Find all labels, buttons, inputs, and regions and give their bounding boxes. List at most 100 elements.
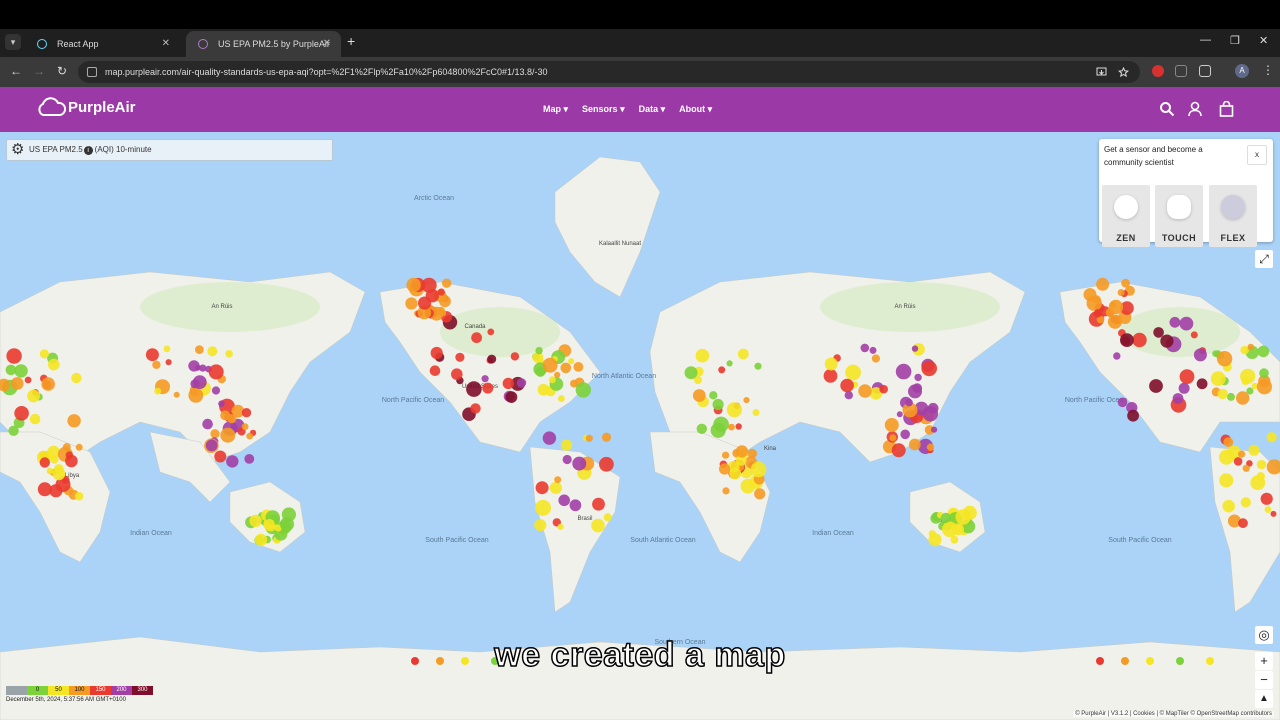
sensor-marker[interactable] [505,391,518,403]
sensor-marker[interactable] [722,451,730,459]
sensor-marker[interactable] [921,360,937,377]
sensor-marker[interactable] [455,352,465,362]
sensor-marker[interactable] [554,476,562,484]
sensor-marker[interactable] [1172,393,1184,404]
map-attribution[interactable]: © PurpleAir | V3.1.2 | Cookies | © MapTi… [1073,711,1274,717]
sensor-marker[interactable] [246,432,254,440]
settings-gear-icon[interactable]: ⚙ [11,142,24,158]
sensor-marker[interactable] [911,345,919,352]
sensor-marker[interactable] [442,278,452,288]
sensor-marker[interactable] [1260,492,1273,505]
sensor-marker[interactable] [908,438,921,451]
sensor-marker[interactable] [729,467,742,480]
sensor-marker[interactable] [940,512,952,523]
promo-close-button[interactable]: x [1247,145,1267,165]
sensor-marker[interactable] [71,372,82,384]
sensor-marker[interactable] [1264,506,1272,513]
sensor-marker[interactable] [195,345,204,354]
sensor-marker[interactable] [950,535,959,544]
sensor-marker[interactable] [891,443,906,458]
sensor-marker[interactable] [487,354,497,364]
nav-about[interactable]: About ▾ [679,104,712,115]
sensor-marker[interactable] [145,348,159,362]
sensor-marker[interactable] [429,365,441,376]
sensor-marker[interactable] [535,346,543,355]
sensor-marker[interactable] [879,384,888,394]
sensor-marker[interactable] [573,362,584,372]
sensor-marker[interactable] [558,494,570,507]
close-tab-icon[interactable]: ✕ [162,31,170,57]
sensor-marker[interactable] [1132,332,1147,348]
sensor-marker[interactable] [895,363,912,380]
sensor-marker[interactable] [1178,382,1190,394]
sensor-marker[interactable] [914,373,922,382]
sensor-marker[interactable] [845,364,861,381]
sensor-marker[interactable] [46,467,54,475]
sensor-marker[interactable] [718,366,726,374]
sensor-marker[interactable] [466,381,482,397]
sensor-marker[interactable] [931,426,938,433]
sensor-marker[interactable] [575,382,591,398]
product-zen[interactable]: ZEN [1102,185,1150,247]
sensor-marker[interactable] [557,523,564,530]
extension-red-icon[interactable] [1152,65,1164,77]
sensor-marker[interactable] [754,488,766,500]
world-map[interactable]: Arctic Ocean North Pacific Ocean North Pac… [0,132,1280,720]
sensor-marker[interactable] [1219,473,1234,488]
sensor-marker[interactable] [24,376,32,384]
sensor-marker[interactable] [244,454,255,464]
sensor-marker[interactable] [188,360,200,372]
sensor-marker[interactable] [1246,387,1254,395]
address-bar[interactable]: map.purpleair.com/air-quality-standards-… [78,61,1140,83]
sensor-marker[interactable] [823,369,838,383]
sensor-marker[interactable] [1219,449,1235,465]
sensor-marker[interactable] [214,450,227,463]
sensor-marker[interactable] [844,391,853,400]
sensor-marker[interactable] [592,497,605,511]
sensor-marker[interactable] [561,439,573,451]
sensor-marker[interactable] [740,478,756,494]
sensor-marker[interactable] [74,491,84,501]
sensor-marker[interactable] [226,455,239,468]
search-icon[interactable] [1159,101,1175,117]
sensor-marker[interactable] [737,348,749,360]
sensor-marker[interactable] [67,414,81,428]
sensor-marker[interactable] [264,519,275,530]
sensor-marker[interactable] [1160,334,1174,348]
sensor-marker[interactable] [1149,379,1163,393]
sensor-marker[interactable] [154,387,162,395]
sensor-marker[interactable] [726,360,733,367]
sensor-marker[interactable] [558,395,565,402]
sensor-marker[interactable] [279,517,295,532]
tab-search-icon[interactable]: ▾ [5,34,21,50]
sensor-marker[interactable] [713,416,729,433]
sensor-marker[interactable] [928,530,936,538]
sensor-marker[interactable] [1256,459,1267,470]
sensor-marker[interactable] [1117,289,1125,296]
sensor-marker[interactable] [451,368,463,380]
forward-icon[interactable]: → [33,64,45,78]
account-icon[interactable] [1188,101,1202,117]
compass-icon[interactable]: ▲ [1255,690,1273,708]
sensor-marker[interactable] [712,398,724,411]
sensor-marker[interactable] [684,366,698,380]
sensor-marker[interactable] [908,384,922,399]
sensor-marker[interactable] [728,423,735,431]
sensor-marker[interactable] [1108,299,1124,315]
sensor-marker[interactable] [510,352,520,361]
restore-icon[interactable]: ❐ [1230,34,1240,47]
sensor-marker[interactable] [1256,379,1272,395]
sensor-marker[interactable] [1217,388,1228,400]
reload-icon[interactable]: ↻ [57,64,67,78]
sensor-marker[interactable] [1196,378,1208,390]
sensor-marker[interactable] [192,375,207,389]
sensor-marker[interactable] [735,445,749,458]
sensor-marker[interactable] [439,309,447,317]
sensor-marker[interactable] [750,461,767,478]
sensor-marker[interactable] [1121,278,1130,288]
sensor-marker[interactable] [709,391,718,400]
sensor-marker[interactable] [695,348,710,363]
sensor-marker[interactable] [471,332,482,344]
sensor-marker[interactable] [569,499,582,512]
map-canvas[interactable]: Arctic OceanNorth Pacific Ocean North Pac… [0,132,1280,720]
